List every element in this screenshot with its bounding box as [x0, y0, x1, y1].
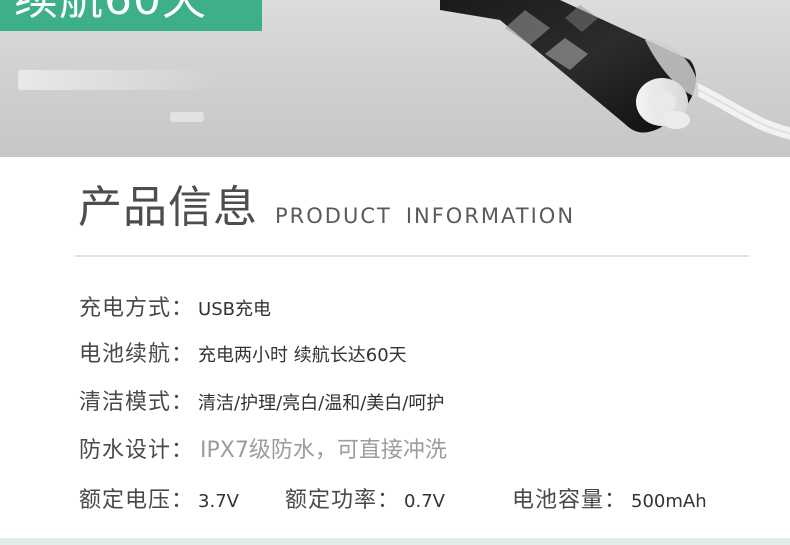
toothbrush-charging-image [440, 0, 790, 140]
section-title-chinese: 产品信息 [78, 182, 258, 233]
spec-label-waterproof: 防水设计： [79, 438, 195, 463]
spec-value-modes: 清洁/护理/亮白/温和/美白/呵护 [198, 393, 445, 414]
spec-value-power: 0.7V [404, 491, 445, 512]
battery-life-tag: 续航60天 [0, 0, 262, 31]
spec-label-battery: 电池续航： [79, 342, 195, 367]
spec-label-modes: 清洁模式： [79, 390, 195, 415]
spec-value-waterproof: IPX7级防水，可直接冲洗 [200, 438, 447, 463]
spec-label-voltage: 额定电压： [79, 488, 195, 513]
hero-banner: 续航60天 [0, 0, 790, 157]
spec-label-power: 额定功率： [285, 488, 401, 513]
spec-row-modes: 清洁模式： 清洁/护理/亮白/温和/美白/呵护 [79, 384, 444, 416]
spec-value-battery: 充电两小时 续航长达60天 [198, 345, 407, 366]
spec-row-battery: 电池续航： 充电两小时 续航长达60天 [79, 336, 407, 368]
spec-row-charging: 充电方式： USB充电 [79, 290, 271, 322]
spec-value-charging: USB充电 [198, 299, 271, 320]
spec-row-waterproof: 防水设计： IPX7级防水，可直接冲洗 [79, 432, 447, 464]
section-divider [75, 255, 749, 257]
spec-label-capacity: 电池容量： [512, 488, 628, 513]
spec-capacity: 电池容量： 500mAh [512, 482, 707, 514]
spec-value-capacity: 500mAh [631, 491, 707, 512]
section-title-english-word1: PRODUCT [275, 204, 392, 228]
spec-voltage: 额定电压： 3.7V [79, 482, 239, 514]
spec-label-charging: 充电方式： [79, 296, 195, 321]
faded-caption-small [170, 112, 204, 122]
spec-power: 额定功率： 0.7V [285, 482, 445, 514]
section-title-english-word2: INFORMATION [405, 204, 576, 228]
battery-life-tag-text: 续航60天 [14, 0, 207, 24]
section-title-english: PRODUCT INFORMATION [275, 203, 575, 229]
spec-value-voltage: 3.7V [198, 491, 239, 512]
bottom-accent-bar [0, 538, 790, 545]
faded-caption [18, 70, 218, 90]
